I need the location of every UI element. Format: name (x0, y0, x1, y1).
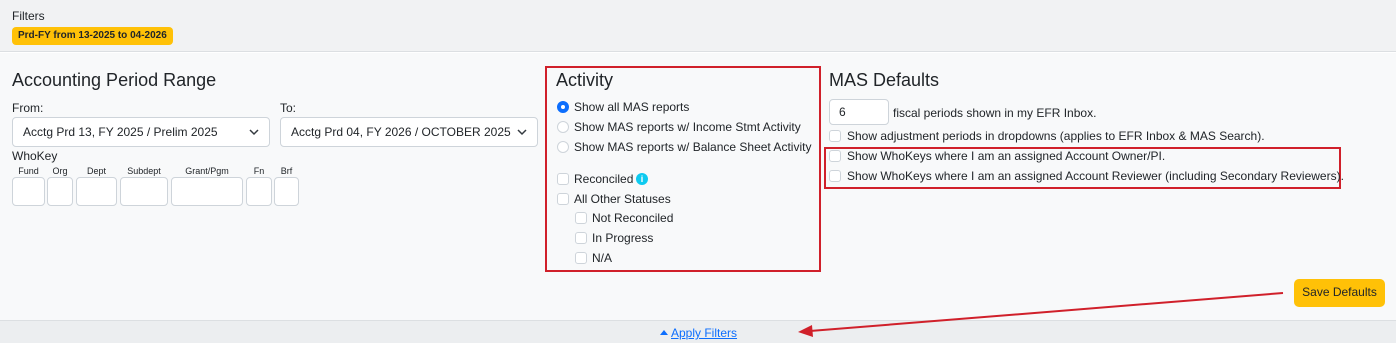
radio-all-mas-label: Show all MAS reports (574, 100, 690, 114)
fiscal-periods-input[interactable]: 6 (829, 99, 889, 125)
apply-filters-label: Apply Filters (671, 326, 738, 340)
from-label: From: (12, 101, 44, 115)
to-select[interactable]: Acctg Prd 04, FY 2026 / OCTOBER 2025 (280, 117, 538, 147)
in-progress-label: In Progress (592, 231, 654, 245)
reviewer-label: Show WhoKeys where I am an assigned Acco… (847, 169, 1344, 183)
filter-panel: Accounting Period Range From: Acctg Prd … (0, 53, 1396, 320)
radio-income-stmt-label: Show MAS reports w/ Income Stmt Activity (574, 120, 801, 134)
all-other-statuses-label: All Other Statuses (574, 192, 671, 206)
whokey-dept-label: Dept (86, 166, 106, 176)
whokey-brf-input[interactable] (274, 177, 299, 206)
adjustment-periods-checkbox[interactable] (829, 130, 841, 142)
na-label: N/A (592, 251, 613, 265)
radio-income-stmt[interactable] (557, 121, 569, 133)
whokey-fn-input[interactable] (246, 177, 272, 206)
to-label: To: (280, 101, 297, 115)
all-other-statuses-checkbox[interactable] (557, 193, 569, 205)
radio-balance-sheet[interactable] (557, 141, 569, 153)
reviewer-checkbox[interactable] (829, 170, 841, 182)
whokey-fn-label: Fn (253, 166, 265, 176)
not-reconciled-label: Not Reconciled (592, 211, 674, 225)
reconciled-label: Reconciled (574, 172, 634, 186)
whokey-subdept-input[interactable] (120, 177, 168, 206)
from-select-value: Acctg Prd 13, FY 2025 / Prelim 2025 (23, 125, 218, 139)
whokey-dept-input[interactable] (76, 177, 117, 206)
owner-pi-checkbox[interactable] (829, 150, 841, 162)
na-checkbox[interactable] (575, 252, 587, 264)
whokey-grantpgm-input[interactable] (171, 177, 243, 206)
period-heading: Accounting Period Range (12, 70, 217, 90)
mas-defaults-heading: MAS Defaults (829, 70, 940, 90)
whokey-subdept-label: Subdept (127, 166, 161, 176)
whokey-fund-label: Fund (18, 166, 39, 176)
reconciled-checkbox[interactable] (557, 173, 569, 185)
chevron-down-icon (517, 129, 527, 136)
filters-bar: Filters Prd-FY from 13-2025 to 04-2026 (0, 0, 1396, 52)
filters-title: Filters (12, 9, 45, 23)
whokey-org-input[interactable] (47, 177, 73, 206)
whokey-fund-input[interactable] (12, 177, 45, 206)
radio-balance-sheet-label: Show MAS reports w/ Balance Sheet Activi… (574, 140, 812, 154)
caret-up-icon (660, 330, 668, 335)
footer-bar: Apply Filters (0, 320, 1396, 343)
adjustment-periods-label: Show adjustment periods in dropdowns (ap… (847, 129, 1265, 143)
whokey-brf-label: Brf (280, 166, 293, 176)
to-select-value: Acctg Prd 04, FY 2026 / OCTOBER 2025 (291, 125, 511, 139)
whokey-grantpgm-label: Grant/Pgm (185, 166, 229, 176)
activity-heading: Activity (556, 70, 614, 90)
not-reconciled-checkbox[interactable] (575, 212, 587, 224)
whokey-label: WhoKey (12, 149, 58, 163)
owner-pi-label: Show WhoKeys where I am an assigned Acco… (847, 149, 1166, 163)
filter-badge[interactable]: Prd-FY from 13-2025 to 04-2026 (12, 27, 173, 45)
fiscal-periods-label: fiscal periods shown in my EFR Inbox. (893, 106, 1097, 120)
in-progress-checkbox[interactable] (575, 232, 587, 244)
apply-filters-link[interactable]: Apply Filters (660, 326, 737, 340)
save-defaults-button[interactable]: Save Defaults (1294, 279, 1385, 307)
radio-all-mas[interactable] (557, 101, 569, 113)
whokey-org-label: Org (52, 166, 68, 176)
info-icon[interactable]: i (636, 173, 648, 185)
from-select[interactable]: Acctg Prd 13, FY 2025 / Prelim 2025 (12, 117, 270, 147)
chevron-down-icon (249, 129, 259, 136)
